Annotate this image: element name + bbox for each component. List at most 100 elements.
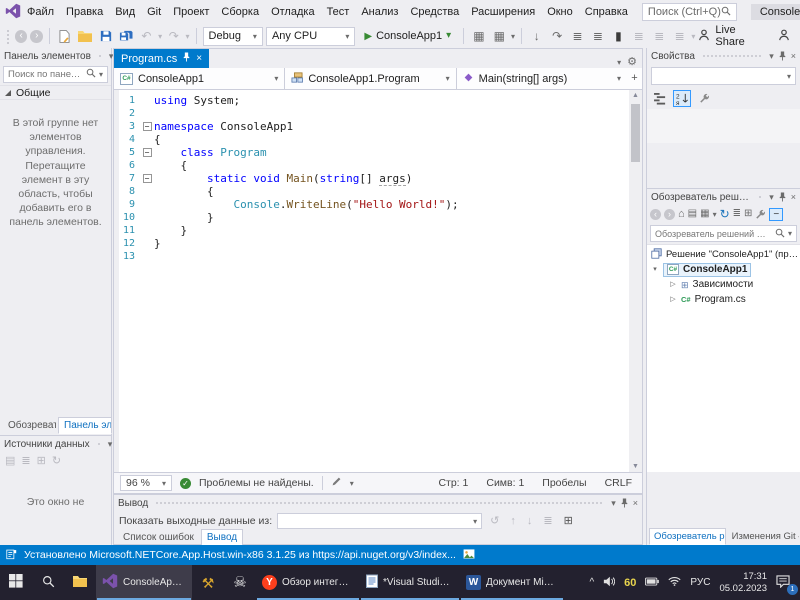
solution-search-input[interactable]: Обозреватель решений — поиск (Ctrl+» ▾	[650, 225, 797, 242]
home-icon[interactable]: ⌂	[678, 208, 685, 220]
menu-item-Справка[interactable]: Справка	[579, 2, 634, 22]
publish-icon[interactable]	[463, 548, 475, 562]
gear-icon[interactable]: ⚙	[627, 56, 637, 68]
code-line-5[interactable]: 5− class Program	[114, 146, 629, 159]
toolbar-overflow-icon[interactable]: ▾	[691, 32, 695, 41]
toolbox-section-general[interactable]: Общие	[0, 85, 111, 100]
wrench-icon[interactable]	[695, 90, 713, 107]
bookmark-icon[interactable]: ▮	[610, 27, 627, 45]
undo-dropdown-icon[interactable]: ▾	[158, 32, 162, 41]
task-skull-app[interactable]: ☠	[224, 565, 256, 600]
fold-toggle-icon[interactable]: −	[142, 148, 152, 157]
window-position-icon[interactable]: ▾	[611, 498, 616, 508]
close-icon[interactable]: ×	[196, 53, 202, 64]
task-visual-studio[interactable]: ConsoleApp1 - Mic...	[96, 565, 192, 600]
code-line-11[interactable]: 11 }	[114, 224, 629, 237]
tab-toolbox[interactable]: Панель эле...	[58, 417, 112, 434]
wifi-icon[interactable]	[668, 576, 681, 589]
categorized-view-icon[interactable]	[651, 90, 669, 107]
pin-icon[interactable]	[778, 51, 787, 61]
pin-icon[interactable]	[620, 498, 629, 508]
line-number[interactable]: 8	[114, 185, 140, 198]
save-all-icon[interactable]	[117, 27, 134, 45]
column-indicator[interactable]: Симв: 1	[486, 477, 524, 489]
find-in-files-icon[interactable]: ▦	[470, 27, 487, 45]
task-notepad[interactable]: *Visual Studio.txt –...	[360, 565, 460, 600]
back-icon[interactable]: ‹	[650, 208, 661, 220]
output-header[interactable]: Вывод ▾ ×	[114, 495, 642, 511]
code-line-6[interactable]: 6 {	[114, 159, 629, 172]
tab-program-cs[interactable]: Program.cs ×	[114, 49, 210, 68]
global-search-input[interactable]: Поиск (Ctrl+Q)	[641, 3, 737, 21]
line-number[interactable]: 2	[114, 107, 140, 120]
code-line-13[interactable]: 13	[114, 250, 629, 263]
line-number[interactable]: 10	[114, 211, 140, 224]
document-list-icon[interactable]: ▾	[617, 58, 621, 67]
menu-item-Сборка[interactable]: Сборка	[215, 2, 265, 22]
alphabetical-sort-icon[interactable]: 2я	[673, 90, 691, 107]
tree-item-dependencies[interactable]: ▷ ⊞ Зависимости	[647, 277, 800, 292]
toolbox-search-input[interactable]: Поиск по панели элемен ▾	[3, 66, 108, 83]
save-icon[interactable]	[97, 27, 114, 45]
panel-grip[interactable]	[155, 500, 605, 506]
new-file-icon[interactable]	[56, 27, 73, 45]
line-number[interactable]: 9	[114, 198, 140, 211]
line-number[interactable]: 6	[114, 159, 140, 172]
clock[interactable]: 17:31 05.02.2023	[719, 571, 767, 595]
switch-views-icon[interactable]: ▤	[688, 209, 697, 219]
tree-item-solution[interactable]: Решение "ConsoleApp1" (проекты: 1 из 1)	[647, 247, 800, 262]
nav-class-dropdown[interactable]: ConsoleApp1.Program ▾	[285, 68, 457, 89]
forward-icon[interactable]: ›	[664, 208, 675, 220]
tab-solution-explorer[interactable]: Обозреватель реше...	[649, 528, 726, 545]
menu-item-Git[interactable]: Git	[141, 2, 167, 22]
live-share-button[interactable]: Live Share	[698, 24, 790, 48]
collapse-all-icon[interactable]: ≣	[733, 209, 741, 219]
line-number[interactable]: 7	[114, 172, 140, 185]
show-all-files-toggle[interactable]: −	[769, 207, 784, 221]
step-into-icon[interactable]: ↓	[528, 27, 545, 45]
line-number[interactable]: 4	[114, 133, 140, 146]
window-position-icon[interactable]: ▾	[769, 192, 774, 202]
more-commands-icon[interactable]: ≣	[671, 27, 688, 45]
platform-dropdown[interactable]: Any CPU ▾	[265, 26, 356, 46]
menu-item-Файл[interactable]: Файл	[21, 2, 60, 22]
project-badge[interactable]: ConsoleApp1	[750, 4, 800, 20]
nav-project-dropdown[interactable]: C# ConsoleApp1 ▾	[114, 68, 286, 89]
tab-server-explorer[interactable]: Обозревате...	[2, 417, 57, 434]
eol-indicator[interactable]: CRLF	[605, 477, 632, 489]
close-icon[interactable]: ×	[791, 51, 796, 61]
pin-icon[interactable]	[778, 192, 787, 202]
uncomment-icon[interactable]: ≣	[651, 27, 668, 45]
output-log-icon[interactable]	[6, 548, 17, 563]
edit-source-icon[interactable]: ≣	[21, 455, 30, 467]
menu-item-Расширения[interactable]: Расширения	[465, 2, 541, 22]
code-line-1[interactable]: 1 using System;	[114, 94, 629, 107]
speaker-icon[interactable]	[603, 576, 616, 590]
health-check-icon[interactable]: ✓	[180, 477, 191, 489]
menu-item-Отладка[interactable]: Отладка	[265, 2, 320, 22]
battery-percent[interactable]: 60	[624, 577, 636, 589]
scrollbar-thumb[interactable]	[631, 104, 640, 162]
feedback-person-icon[interactable]	[778, 29, 790, 44]
task-yandex-browser[interactable]: Y Обзор интегриров...	[256, 565, 360, 600]
menu-item-Средства[interactable]: Средства	[404, 2, 465, 22]
find-message-icon[interactable]: ↺	[487, 515, 502, 527]
chevron-down-icon[interactable]: ▾	[511, 32, 515, 41]
chevron-down-icon[interactable]: ▾	[713, 210, 717, 219]
redo-dropdown-icon[interactable]: ▾	[186, 32, 190, 41]
tab-output[interactable]: Вывод	[200, 529, 244, 546]
tab-git-changes[interactable]: Изменения Git — п...	[727, 528, 800, 545]
editor-vertical-scrollbar[interactable]: ▲ ▼	[629, 90, 642, 472]
taskbar-search-button[interactable]	[32, 565, 64, 600]
code-line-10[interactable]: 10 }	[114, 211, 629, 224]
collapsed-icon[interactable]: ▷	[669, 281, 677, 288]
panel-grip[interactable]	[758, 194, 763, 200]
collapsed-icon[interactable]: ▷	[669, 296, 677, 303]
navigate-back-icon[interactable]: ‹	[14, 29, 28, 43]
code-line-4[interactable]: 4{	[114, 133, 629, 146]
spaces-indicator[interactable]: Пробелы	[542, 477, 586, 489]
code-line-3[interactable]: 3− namespace ConsoleApp1	[114, 120, 629, 133]
tab-error-list[interactable]: Список ошибок	[117, 529, 200, 546]
go-next-icon[interactable]: ↓	[524, 515, 536, 527]
start-debugging-button[interactable]: ▶ ConsoleApp1 ▾	[358, 26, 457, 46]
